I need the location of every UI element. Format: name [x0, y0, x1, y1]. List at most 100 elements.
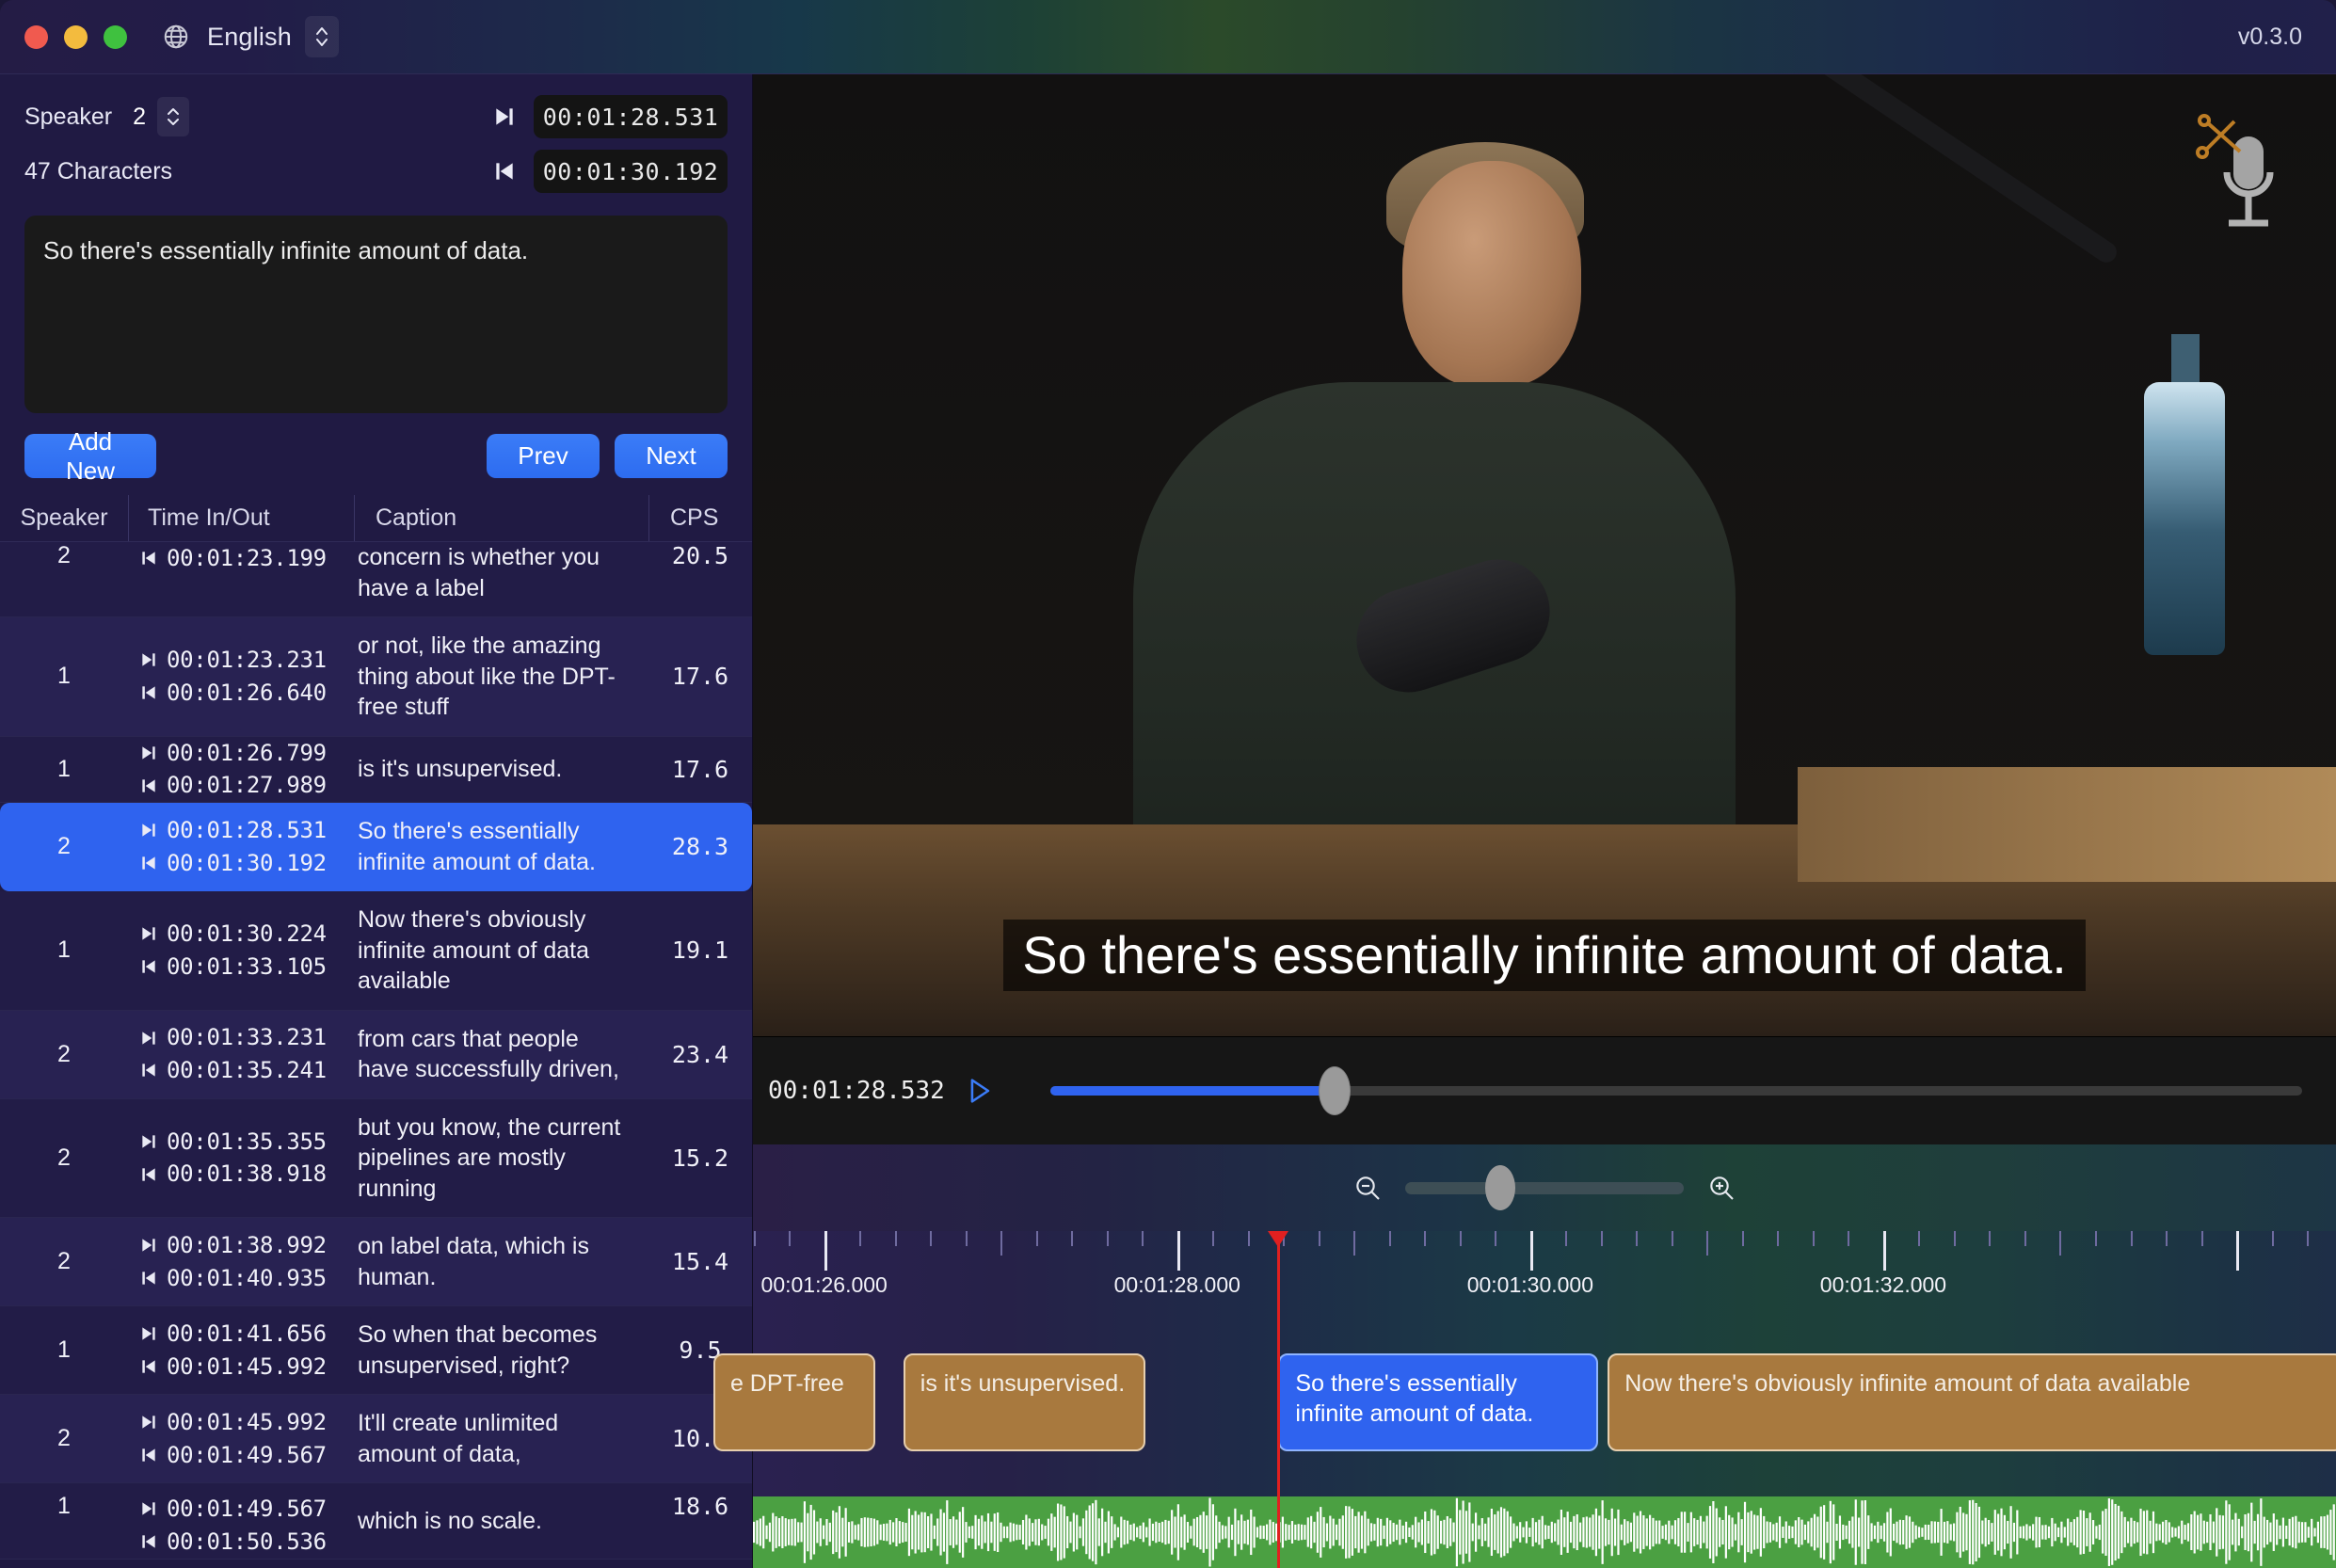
- ruler-tick: [1000, 1231, 1003, 1256]
- row-cps: 20.5: [671, 542, 729, 569]
- magnifier-plus-icon[interactable]: [1704, 1171, 1738, 1205]
- table-row[interactable]: 1 00:01:41.656 00:01:45.992 So when that be…: [0, 1306, 752, 1396]
- current-time-label: 00:01:28.532: [768, 1077, 945, 1105]
- timeline-clip[interactable]: is it's unsupervised.: [903, 1353, 1146, 1451]
- table-row[interactable]: 2 00:01:28.531 00:01:30.192 So there's esse…: [0, 803, 752, 892]
- ruler-tick: [1848, 1231, 1850, 1246]
- ruler-tick: [1953, 1231, 1956, 1246]
- ruler-tick: [2200, 1231, 2203, 1246]
- row-time-in: 00:01:23.231: [139, 644, 354, 677]
- row-cps: 19.1: [671, 936, 729, 965]
- ruler-tick: [2130, 1231, 2133, 1246]
- row-caption: from cars that people have successfully …: [358, 1025, 619, 1083]
- column-header-speaker[interactable]: Speaker: [0, 495, 128, 541]
- caption-table-body[interactable]: 2 00:01:23.199 concern is whether you have…: [0, 542, 752, 1568]
- prev-button[interactable]: Prev: [487, 434, 600, 478]
- playback-progress-handle[interactable]: [1318, 1066, 1351, 1115]
- row-time-in: 00:01:35.355: [139, 1126, 354, 1159]
- audio-waveform[interactable]: [753, 1496, 2336, 1568]
- row-speaker: 2: [57, 542, 71, 568]
- caption-text-input[interactable]: [24, 216, 728, 413]
- timeline-playhead[interactable]: [1276, 1231, 1280, 1568]
- ruler-time-label: 00:01:26.000: [760, 1272, 888, 1297]
- row-time-in: 00:01:28.531: [139, 814, 354, 847]
- row-cps: 15.4: [671, 1248, 729, 1276]
- time-in-field[interactable]: 00:01:28.531: [534, 95, 728, 138]
- timeline-clip[interactable]: Now there's obviously infinite amount of…: [1608, 1353, 2336, 1451]
- table-row[interactable]: 2 00:01:45.992 00:01:49.567 It'll create un…: [0, 1395, 752, 1484]
- table-row[interactable]: 1 00:01:26.799 00:01:27.989 is it's unsuper…: [0, 736, 752, 804]
- ruler-tick: [1671, 1231, 1673, 1246]
- skip-forward-icon[interactable]: [490, 103, 519, 131]
- row-caption: but you know, the current pipelines are …: [358, 1113, 621, 1202]
- row-cps: 15.2: [671, 1144, 729, 1172]
- table-row[interactable]: 2 00:01:23.199 concern is whether you have…: [0, 542, 752, 617]
- ruler-tick: [1777, 1231, 1780, 1246]
- time-out-field[interactable]: 00:01:30.192: [534, 150, 728, 193]
- table-row[interactable]: 1 00:01:23.231 00:01:26.640 or not, like th…: [0, 617, 752, 737]
- column-header-caption[interactable]: Caption: [354, 495, 648, 541]
- playback-progress-slider[interactable]: [1050, 1066, 2302, 1115]
- row-caption: It'll create unlimited amount of data,: [358, 1410, 559, 1467]
- ruler-tick: [2059, 1231, 2062, 1256]
- close-window-button[interactable]: [24, 24, 48, 49]
- language-stepper[interactable]: [304, 16, 339, 57]
- row-caption: on label data, which is human.: [358, 1233, 589, 1290]
- ruler-tick: [1600, 1231, 1603, 1246]
- ruler-tick: [1636, 1231, 1639, 1246]
- ruler-tick: [1565, 1231, 1568, 1246]
- row-caption: So when that becomes unsupervised, right…: [358, 1321, 598, 1379]
- playback-controls: 00:01:28.532: [753, 1036, 2336, 1144]
- column-header-cps[interactable]: CPS: [648, 495, 752, 541]
- zoom-slider-handle[interactable]: [1484, 1165, 1515, 1210]
- video-preview[interactable]: So there's essentially infinite amount o…: [753, 74, 2336, 1036]
- next-button[interactable]: Next: [615, 434, 728, 478]
- table-row[interactable]: 2 00:01:38.992 00:01:40.935 on label data, …: [0, 1218, 752, 1307]
- ruler-tick: [1706, 1231, 1709, 1256]
- row-time-out: 00:01:33.105: [139, 951, 354, 984]
- row-caption: which is no scale.: [358, 1508, 542, 1535]
- row-speaker: 1: [57, 1336, 71, 1364]
- speaker-stepper[interactable]: [157, 97, 190, 136]
- play-icon[interactable]: [954, 1066, 1003, 1115]
- app-window: English v0.3.0 Speaker 2 00:01:28.531 47…: [0, 0, 2336, 1568]
- zoom-slider[interactable]: [1405, 1165, 1684, 1210]
- ruler-tick: [1247, 1231, 1250, 1246]
- table-row[interactable]: 1 00:01:49.567 00:01:50.536 which is no sca…: [0, 1483, 752, 1560]
- magnifier-minus-icon[interactable]: [1351, 1171, 1384, 1205]
- ruler-tick: [2271, 1231, 2274, 1246]
- timeline[interactable]: 00:01:26.000 00:01:28.000 00:01:30.000 00:0…: [712, 1231, 2336, 1568]
- table-row[interactable]: 2 00:01:35.355 00:01:38.918 but you know, t…: [0, 1098, 752, 1219]
- row-timecodes: 00:01:33.231 00:01:35.241: [128, 1021, 354, 1087]
- row-speaker: 2: [57, 1040, 71, 1067]
- column-header-time[interactable]: Time In/Out: [128, 495, 354, 541]
- maximize-window-button[interactable]: [104, 24, 127, 49]
- add-new-button[interactable]: Add New: [24, 427, 156, 485]
- minimize-window-button[interactable]: [64, 24, 88, 49]
- row-time-in: 00:01:26.799: [139, 737, 354, 770]
- table-row[interactable]: 1 00:01:30.224 00:01:33.105 Now there's obv…: [0, 891, 752, 1011]
- ruler-tick: [1812, 1231, 1815, 1246]
- row-speaker: 1: [57, 663, 71, 690]
- row-cps: 17.6: [671, 755, 729, 783]
- row-timecodes: 00:01:23.199: [128, 542, 354, 575]
- row-time-in: 00:01:38.992: [139, 1229, 354, 1262]
- skip-back-icon[interactable]: [490, 157, 519, 185]
- row-speaker: 1: [57, 1493, 71, 1520]
- row-time-out: 00:01:23.199: [139, 542, 354, 575]
- character-count-label: 47 Characters: [24, 157, 173, 184]
- ruler-time-label: 00:01:30.000: [1466, 1272, 1594, 1297]
- timeline-ruler[interactable]: 00:01:26.000 00:01:28.000 00:01:30.000 00:0…: [753, 1231, 2336, 1314]
- row-caption: is it's unsupervised.: [358, 756, 563, 783]
- ruler-tick: [1035, 1231, 1038, 1246]
- ruler-tick: [1741, 1231, 1744, 1246]
- ruler-tick: [1459, 1231, 1462, 1246]
- editor-button-row: Add New Prev Next: [24, 427, 728, 485]
- ruler-tick: [753, 1231, 756, 1246]
- ruler-time-label: 00:01:28.000: [1113, 1272, 1240, 1297]
- row-time-out: 00:01:38.918: [139, 1158, 354, 1191]
- timeline-clip[interactable]: e DPT-free: [712, 1353, 875, 1451]
- ruler-tick: [965, 1231, 968, 1246]
- table-row[interactable]: 2 00:01:33.231 00:01:35.241 from cars that …: [0, 1010, 752, 1099]
- timeline-clip[interactable]: So there's essentially infinite amount o…: [1278, 1353, 1599, 1451]
